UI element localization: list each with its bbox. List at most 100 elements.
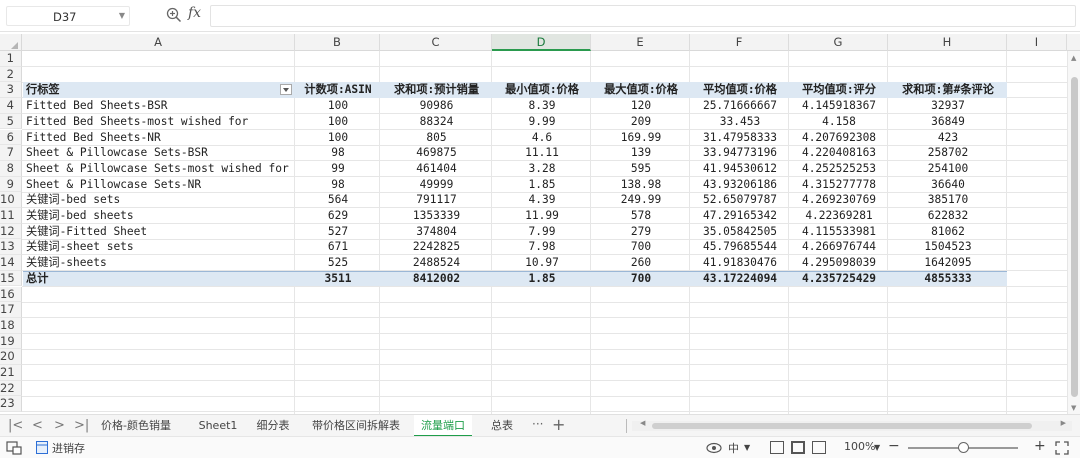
value-cell[interactable]: 578 [592, 208, 690, 224]
scroll-left-icon[interactable]: ◀ [640, 419, 645, 427]
total-value-cell[interactable]: 8412002 [381, 271, 492, 287]
zoom-in-button[interactable]: + [1034, 438, 1046, 454]
row-header-5[interactable]: 5 [0, 113, 22, 130]
total-value-cell[interactable]: 4855333 [889, 271, 1007, 287]
value-cell[interactable]: 385170 [889, 192, 1007, 208]
row-header-20[interactable]: 20 [0, 349, 22, 365]
row-header-12[interactable]: 12 [0, 223, 22, 240]
column-header-g[interactable]: G [789, 34, 888, 51]
first-sheet-icon[interactable]: |< [8, 418, 23, 433]
value-cell[interactable]: 564 [296, 192, 380, 208]
pivot-header-cell[interactable]: 平均值项:价格 [691, 82, 789, 98]
row-header-23[interactable]: 23 [0, 396, 22, 413]
column-header-h[interactable]: H [888, 34, 1007, 51]
scroll-down-icon[interactable]: ▼ [1071, 404, 1076, 412]
value-cell[interactable]: 1504523 [889, 239, 1007, 255]
value-cell[interactable]: 671 [296, 239, 380, 255]
value-cell[interactable]: 4.269230769 [790, 192, 888, 208]
scroll-thumb[interactable] [652, 423, 1032, 429]
column-header-c[interactable]: C [380, 34, 492, 51]
fullscreen-icon[interactable] [1055, 441, 1069, 455]
row-header-22[interactable]: 22 [0, 380, 22, 397]
value-cell[interactable]: 25.71666667 [691, 98, 789, 114]
name-box[interactable]: D37 ▼ [6, 6, 130, 26]
value-cell[interactable]: 209 [592, 114, 690, 130]
row-label-cell[interactable]: Fitted Bed Sheets-NR [23, 130, 295, 146]
pivot-header-cell[interactable]: 最小值项:价格 [493, 82, 591, 98]
value-cell[interactable]: 4.295098039 [790, 255, 888, 271]
row-header-7[interactable]: 7 [0, 145, 22, 161]
value-cell[interactable]: 33.453 [691, 114, 789, 130]
value-cell[interactable]: 7.99 [493, 224, 591, 240]
value-cell[interactable]: 11.11 [493, 145, 591, 161]
normal-view-icon[interactable] [770, 441, 784, 454]
value-cell[interactable]: 1353339 [381, 208, 492, 224]
value-cell[interactable]: 805 [381, 130, 492, 146]
row-header-19[interactable]: 19 [0, 333, 22, 350]
value-cell[interactable]: 139 [592, 145, 690, 161]
column-header-b[interactable]: B [295, 34, 380, 51]
value-cell[interactable]: 7.98 [493, 239, 591, 255]
row-header-16[interactable]: 16 [0, 286, 22, 303]
row-label-cell[interactable]: 关键词-sheets [23, 255, 295, 271]
page-layout-icon[interactable] [791, 441, 805, 454]
pivot-header-cell[interactable]: 行标签 [23, 82, 295, 98]
column-header-d[interactable]: D [492, 34, 591, 51]
row-header-13[interactable]: 13 [0, 239, 22, 256]
column-header-a[interactable]: A [22, 34, 295, 51]
value-cell[interactable]: 4.39 [493, 192, 591, 208]
value-cell[interactable]: 791117 [381, 192, 492, 208]
row-label-cell[interactable]: Fitted Bed Sheets-most wished for [23, 114, 295, 130]
value-cell[interactable]: 525 [296, 255, 380, 271]
row-header-9[interactable]: 9 [0, 176, 22, 193]
value-cell[interactable]: 374804 [381, 224, 492, 240]
value-cell[interactable]: 279 [592, 224, 690, 240]
value-cell[interactable]: 700 [592, 239, 690, 255]
zoom-out-button[interactable]: − [888, 438, 900, 454]
value-cell[interactable]: 81062 [889, 224, 1007, 240]
row-header-1[interactable]: 1 [0, 51, 22, 67]
total-value-cell[interactable]: 4.235725429 [790, 271, 888, 287]
scroll-right-icon[interactable]: ▶ [1061, 419, 1066, 427]
scroll-thumb[interactable] [1071, 77, 1078, 397]
row-label-cell[interactable]: 关键词-bed sets [23, 192, 295, 208]
row-label-cell[interactable]: 关键词-bed sheets [23, 208, 295, 224]
row-header-2[interactable]: 2 [0, 66, 22, 83]
total-value-cell[interactable]: 1.85 [493, 271, 591, 287]
macro-label[interactable]: 进销存 [52, 440, 85, 456]
value-cell[interactable]: 41.94530612 [691, 161, 789, 177]
value-cell[interactable]: 41.91830476 [691, 255, 789, 271]
next-sheet-icon[interactable]: > [54, 418, 65, 433]
select-all-corner[interactable] [0, 34, 22, 51]
value-cell[interactable]: 469875 [381, 145, 492, 161]
value-cell[interactable]: 4.115533981 [790, 224, 888, 240]
value-cell[interactable]: 98 [296, 177, 380, 193]
value-cell[interactable]: 35.05842505 [691, 224, 789, 240]
formula-input[interactable] [210, 5, 1076, 27]
chevron-down-icon[interactable]: ▼ [744, 443, 750, 452]
pivot-header-cell[interactable]: 求和项:第#条评论 [889, 82, 1007, 98]
zoom-in-icon[interactable] [166, 7, 182, 23]
value-cell[interactable]: 423 [889, 130, 1007, 146]
value-cell[interactable]: 527 [296, 224, 380, 240]
value-cell[interactable]: 47.29165342 [691, 208, 789, 224]
value-cell[interactable]: 52.65079787 [691, 192, 789, 208]
value-cell[interactable]: 98 [296, 145, 380, 161]
sheet-tab[interactable]: 价格-颜色销量 [96, 415, 176, 437]
row-header-14[interactable]: 14 [0, 255, 22, 271]
value-cell[interactable]: 1642095 [889, 255, 1007, 271]
value-cell[interactable]: 4.6 [493, 130, 591, 146]
row-header-6[interactable]: 6 [0, 129, 22, 146]
value-cell[interactable]: 4.315277778 [790, 177, 888, 193]
prev-sheet-icon[interactable]: < [32, 418, 43, 433]
value-cell[interactable]: 4.22369281 [790, 208, 888, 224]
pivot-header-cell[interactable]: 平均值项:评分 [790, 82, 888, 98]
value-cell[interactable]: 4.220408163 [790, 145, 888, 161]
value-cell[interactable]: 622832 [889, 208, 1007, 224]
row-label-cell[interactable]: 关键词-sheet sets [23, 239, 295, 255]
value-cell[interactable]: 43.93206186 [691, 177, 789, 193]
value-cell[interactable]: 1.85 [493, 177, 591, 193]
value-cell[interactable]: 169.99 [592, 130, 690, 146]
value-cell[interactable]: 99 [296, 161, 380, 177]
value-cell[interactable]: 629 [296, 208, 380, 224]
